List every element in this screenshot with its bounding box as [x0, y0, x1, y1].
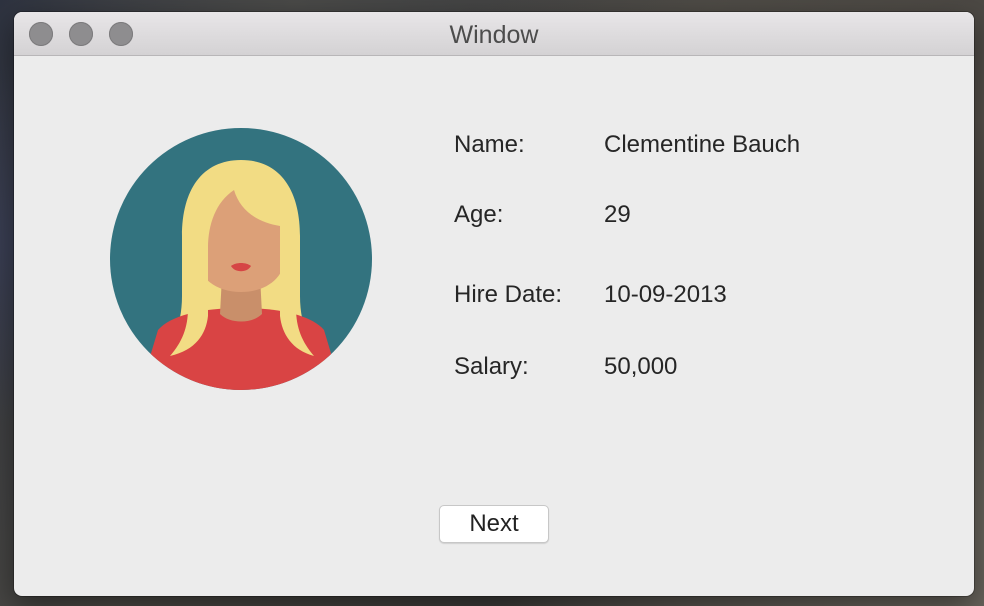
name-label: Name: [454, 131, 525, 158]
hire-date-value: 10-09-2013 [604, 281, 727, 308]
age-label: Age: [454, 201, 504, 228]
salary-label: Salary: [454, 353, 529, 380]
name-value: Clementine Bauch [604, 131, 801, 158]
next-button[interactable]: Next [439, 505, 549, 543]
title-bar[interactable]: Window [14, 12, 974, 56]
window-title: Window [449, 21, 539, 49]
app-window: Window Name: Clementine Bauch Age: 29 Hi… [14, 12, 974, 596]
age-value: 29 [604, 201, 631, 228]
salary-value: 50,000 [604, 353, 678, 380]
female-avatar-icon [110, 128, 372, 390]
hire-date-label: Hire Date: [454, 281, 563, 308]
